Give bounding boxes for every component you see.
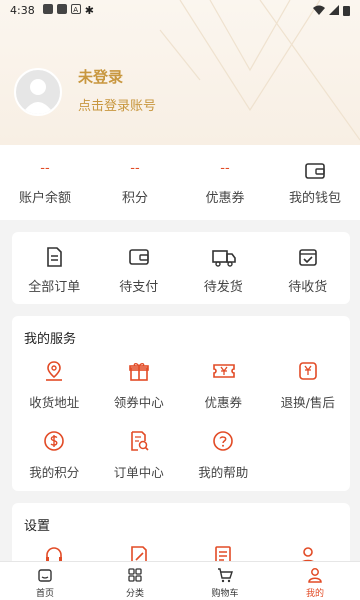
stat-coupons[interactable]: -- 优惠券 — [180, 145, 270, 220]
truck-icon — [212, 250, 237, 267]
order-label: 待收货 — [288, 280, 328, 295]
notification-icon — [56, 3, 67, 14]
account-stats: -- 账户余额 -- 积分 -- 优惠券 我的钱包 — [0, 145, 360, 220]
order-list-icon — [47, 247, 63, 267]
home-icon — [38, 569, 52, 582]
stat-balance[interactable]: -- 账户余额 — [0, 145, 90, 220]
gift-icon — [128, 363, 149, 381]
order-label: 全部订单 — [28, 280, 81, 295]
stat-points[interactable]: -- 积分 — [90, 145, 180, 220]
tab-label: 首页 — [35, 589, 54, 599]
all-orders[interactable]: 全部订单 — [12, 232, 97, 304]
user-name[interactable]: 未登录 — [78, 66, 123, 87]
points-icon — [44, 431, 65, 451]
status-bar: 4:38 A ✱ — [0, 0, 360, 20]
stat-value: -- — [220, 161, 230, 176]
refund-icon — [298, 362, 317, 380]
wallet-label: 我的钱包 — [288, 191, 341, 206]
wallet-icon — [128, 249, 149, 265]
profile-icon — [308, 568, 322, 583]
wallet-icon — [305, 163, 325, 179]
help-icon — [213, 431, 234, 451]
category-icon — [128, 568, 142, 582]
tab-home[interactable]: 首页 — [0, 562, 90, 600]
decorative-pattern — [159, 0, 360, 141]
service-label: 领券中心 — [113, 395, 164, 410]
tab-label: 购物车 — [211, 589, 239, 599]
stat-label: 积分 — [121, 191, 148, 206]
status-time: 4:38 — [10, 3, 35, 17]
login-link[interactable]: 点击登录账号 — [78, 95, 156, 114]
stat-label: 账户余额 — [18, 191, 71, 206]
a-icon: A — [70, 3, 81, 14]
services-card: 我的服务 收货地址 领券中心 优惠券 退换/售后 我的积分 订单中心 我的帮助 — [12, 316, 350, 491]
stat-value: -- — [40, 161, 50, 176]
order-label: 待发货 — [203, 280, 243, 295]
service-label: 退换/售后 — [280, 395, 335, 410]
order-search-icon — [130, 431, 149, 451]
tab-label: 我的 — [305, 589, 324, 599]
tab-category[interactable]: 分类 — [90, 562, 180, 600]
service-label: 收货地址 — [29, 395, 80, 410]
service-label: 优惠券 — [204, 395, 242, 410]
signal-icon — [329, 5, 339, 15]
stat-value: -- — [130, 161, 140, 176]
battery-icon — [343, 5, 350, 16]
stat-label: 优惠券 — [205, 191, 245, 206]
location-icon — [46, 361, 63, 381]
coupon-icon — [213, 364, 236, 378]
box-check-icon — [298, 249, 317, 266]
order-label: 待支付 — [119, 280, 159, 295]
pending-payment[interactable]: 待支付 — [97, 232, 182, 304]
service-help[interactable]: 我的帮助 — [181, 428, 266, 484]
bug-icon: ✱ — [84, 3, 94, 17]
tab-label: 分类 — [125, 589, 144, 599]
pending-shipment[interactable]: 待发货 — [181, 232, 266, 304]
tab-profile[interactable]: 我的 — [270, 562, 360, 600]
bottom-tab-bar: 首页 分类 购物车 我的 — [0, 561, 360, 600]
service-order-center[interactable]: 订单中心 — [97, 428, 182, 484]
services-title: 我的服务 — [24, 332, 77, 347]
pending-receipt[interactable]: 待收货 — [266, 232, 351, 304]
service-points[interactable]: 我的积分 — [12, 428, 97, 484]
service-refund[interactable]: 退换/售后 — [266, 358, 351, 414]
avatar[interactable] — [14, 68, 62, 116]
profile-header — [0, 0, 360, 145]
service-coupons[interactable]: 优惠券 — [181, 358, 266, 414]
service-label: 订单中心 — [113, 465, 164, 480]
orders-card: 全部订单 待支付 待发货 待收货 — [12, 232, 350, 304]
service-label: 我的积分 — [29, 465, 80, 480]
service-address[interactable]: 收货地址 — [12, 358, 97, 414]
cart-icon — [218, 568, 233, 583]
wifi-icon — [313, 5, 325, 15]
service-label: 我的帮助 — [198, 465, 249, 480]
default-avatar-icon — [22, 79, 54, 114]
settings-title: 设置 — [24, 519, 51, 534]
tab-cart[interactable]: 购物车 — [180, 562, 270, 600]
my-wallet[interactable]: 我的钱包 — [270, 145, 360, 220]
notification-icon — [42, 3, 53, 14]
service-coupon-center[interactable]: 领券中心 — [97, 358, 182, 414]
